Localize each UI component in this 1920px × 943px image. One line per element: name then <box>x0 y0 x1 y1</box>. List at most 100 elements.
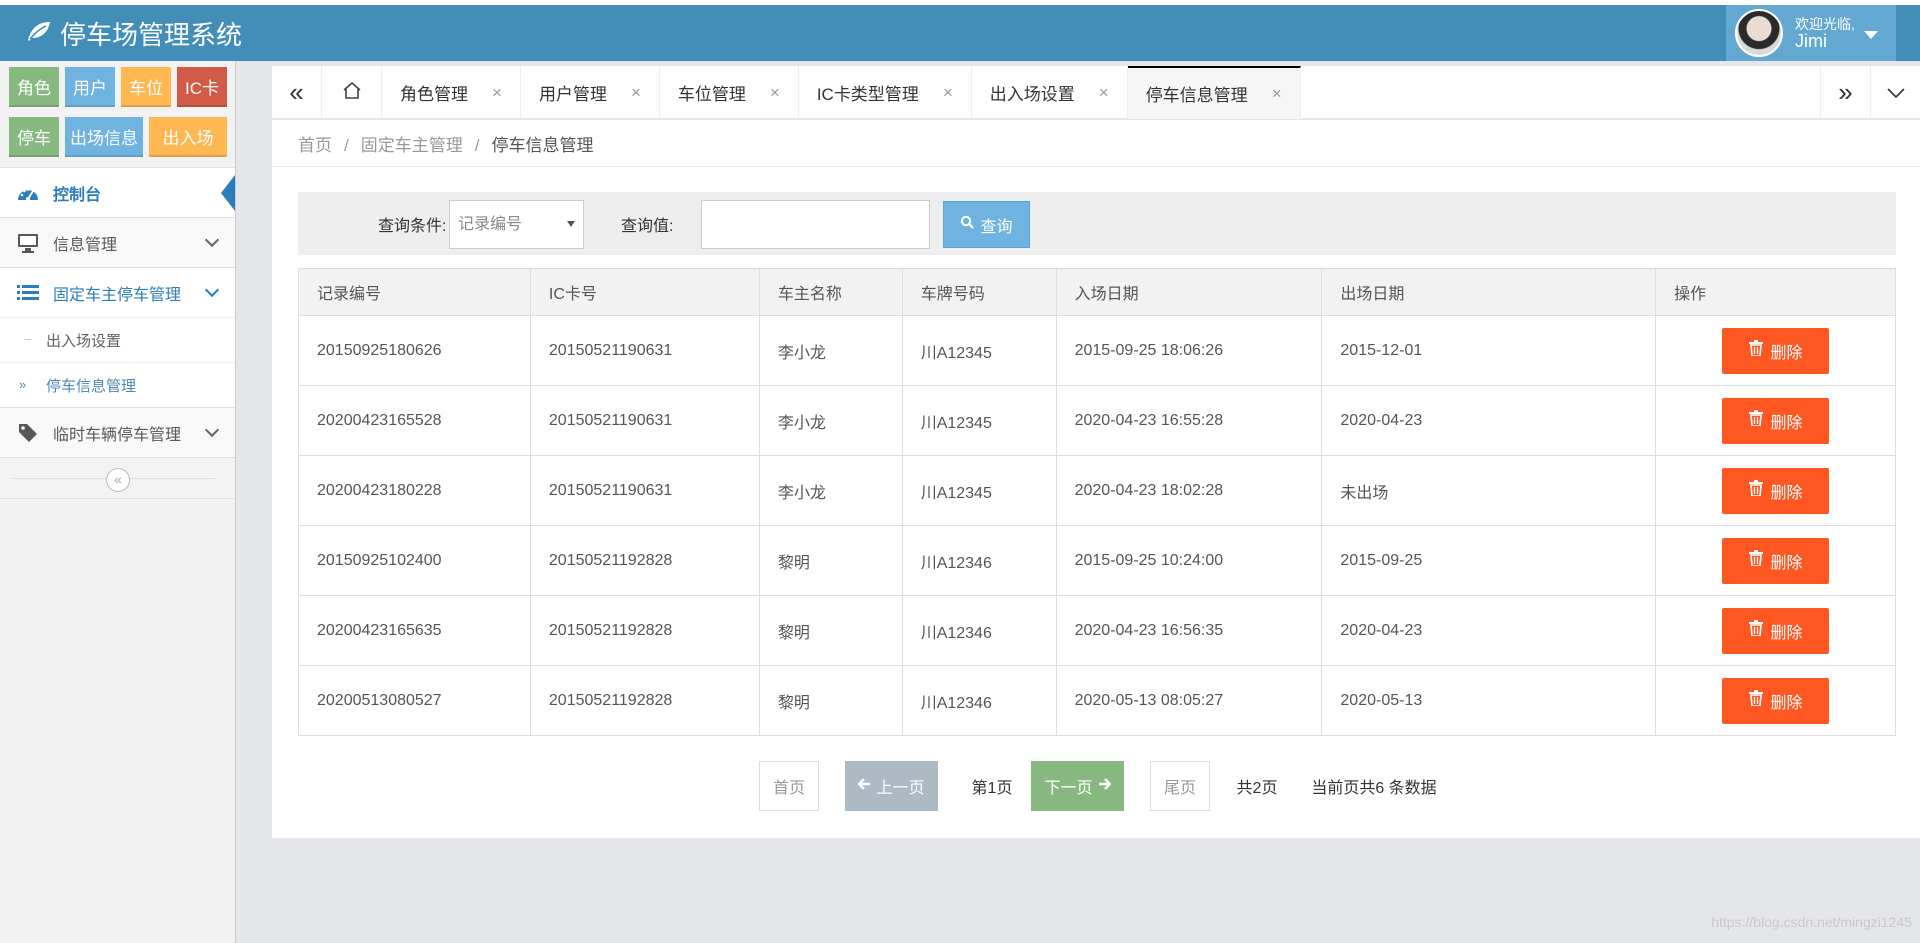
desktop-icon <box>16 233 40 253</box>
tab-label: 用户管理 <box>538 85 607 104</box>
sidebar-label: 控制台 <box>53 186 102 204</box>
close-icon[interactable]: × <box>770 83 780 103</box>
sidebar-label: 临时车辆停车管理 <box>53 426 182 444</box>
tab-item[interactable]: IC卡类型管理 × <box>799 66 972 119</box>
trash-icon <box>1748 620 1763 641</box>
table-cell: 2020-04-23 16:56:35 <box>1055 595 1323 666</box>
delete-button[interactable]: 删除 <box>1722 327 1830 374</box>
main-content: 首页 / 固定车主管理 / 停车信息管理 查询条件: 记录编号 查询值: 查询 记录编号… <box>272 120 1920 838</box>
tab-item[interactable]: 用户管理 × <box>521 66 660 119</box>
table-row: 20150925180626 20150521190631 李小龙 川A12345 20… <box>298 315 1896 386</box>
close-icon[interactable]: × <box>943 83 953 103</box>
tree-dash <box>24 339 31 340</box>
sidebar-item-info[interactable]: 信息管理 <box>0 217 235 267</box>
first-page-button[interactable]: 首页 <box>759 761 819 811</box>
next-page-button[interactable]: 下一页 <box>1031 761 1124 811</box>
column-header: 记录编号 <box>298 268 531 316</box>
avatar <box>1735 9 1783 57</box>
table-cell: 李小龙 <box>758 385 903 456</box>
table-cell: 2020-05-13 08:05:27 <box>1055 665 1323 736</box>
table-cell: 李小龙 <box>758 315 903 386</box>
prev-page-button[interactable]: 上一页 <box>845 761 938 811</box>
shortcut-button[interactable]: IC卡 <box>177 67 227 107</box>
shortcut-button[interactable]: 用户 <box>65 67 115 107</box>
shortcut-button[interactable]: 出入场 <box>149 117 227 157</box>
delete-button[interactable]: 删除 <box>1722 397 1830 444</box>
table-cell: 川A12345 <box>901 385 1057 456</box>
tab-item[interactable]: 角色管理 × <box>382 66 521 119</box>
table-cell: 2015-09-25 10:24:00 <box>1055 525 1323 596</box>
shortcut-button[interactable]: 出场信息 <box>65 117 143 157</box>
table-cell: 黎明 <box>758 595 903 666</box>
tachometer-icon <box>16 184 40 202</box>
close-icon[interactable]: × <box>1272 84 1282 104</box>
top-navbar: 停车场管理系统 欢迎光临, Jimi <box>0 0 1920 61</box>
query-panel: 查询条件: 记录编号 查询值: 查询 <box>298 192 1896 255</box>
table-cell: 2015-12-01 <box>1321 315 1657 386</box>
table-cell: 20150521190631 <box>529 455 760 526</box>
trash-icon <box>1748 550 1763 571</box>
tab-item[interactable]: 车位管理 × <box>660 66 799 119</box>
shortcut-button[interactable]: 停车 <box>9 117 59 157</box>
tabs-scroll-left-icon[interactable]: « <box>272 66 322 119</box>
user-menu[interactable]: 欢迎光临, Jimi <box>1726 5 1896 61</box>
sidebar-subitem-parking-info[interactable]: » 停车信息管理 <box>0 362 235 407</box>
sidebar-item-dashboard[interactable]: 控制台 <box>0 167 235 217</box>
delete-button[interactable]: 删除 <box>1722 607 1830 654</box>
table-cell-actions: 删除 <box>1655 525 1896 596</box>
query-value-input[interactable] <box>701 200 930 249</box>
value-label: 查询值: <box>621 218 674 235</box>
sidebar-item-fixed-parking[interactable]: 固定车主停车管理 <box>0 267 235 317</box>
condition-select[interactable]: 记录编号 <box>449 200 584 249</box>
table-cell-actions: 删除 <box>1655 595 1896 666</box>
shortcut-button[interactable]: 角色 <box>9 67 59 107</box>
table-row: 20200423165635 20150521192828 黎明 川A12346 202… <box>298 595 1896 666</box>
tab-item[interactable]: 出入场设置 × <box>972 66 1128 119</box>
column-header: 出场日期 <box>1321 268 1657 316</box>
column-header: 车牌号码 <box>901 268 1057 316</box>
delete-button[interactable]: 删除 <box>1722 537 1830 584</box>
sidebar-subitem-entry-exit-settings[interactable]: 出入场设置 <box>0 317 235 362</box>
table-cell: 川A12346 <box>901 595 1057 666</box>
close-icon[interactable]: × <box>1099 83 1109 103</box>
table-cell: 20200423165528 <box>298 385 531 456</box>
shortcut-buttons: 角色 用户 车位 IC卡停车 出场信息 出入场 <box>0 61 235 157</box>
breadcrumb-fixed[interactable]: 固定车主管理 <box>361 136 463 155</box>
close-icon[interactable]: × <box>492 83 502 103</box>
delete-button[interactable]: 删除 <box>1722 677 1830 724</box>
arrow-right-icon <box>1098 777 1112 795</box>
close-icon[interactable]: × <box>631 83 641 103</box>
query-button[interactable]: 查询 <box>943 201 1030 248</box>
home-icon <box>342 81 362 104</box>
delete-button[interactable]: 删除 <box>1722 467 1830 514</box>
shortcut-button[interactable]: 车位 <box>121 67 171 107</box>
tab-label: 车位管理 <box>677 85 746 104</box>
table-cell: 2020-04-23 <box>1321 595 1657 666</box>
sidebar-sublabel: 停车信息管理 <box>46 377 137 395</box>
tab-label: 角色管理 <box>400 85 468 104</box>
table-cell: 川A12345 <box>901 315 1057 386</box>
sidebar-collapse-bar: « <box>0 457 235 499</box>
table-cell: 20150521190631 <box>529 385 760 456</box>
table-cell: 20200423165635 <box>298 595 531 666</box>
current-page: 第1页 <box>971 780 1013 797</box>
table-cell: 2020-05-13 <box>1321 665 1657 736</box>
leaf-icon <box>26 18 52 49</box>
last-page-button[interactable]: 尾页 <box>1150 761 1210 811</box>
user-name: Jimi <box>1795 31 1827 51</box>
breadcrumb-home[interactable]: 首页 <box>298 136 332 155</box>
sidebar-item-temp-parking[interactable]: 临时车辆停车管理 <box>0 407 235 457</box>
brand[interactable]: 停车场管理系统 <box>26 15 242 52</box>
tabs-scroll-right-icon[interactable]: » <box>1820 66 1870 119</box>
sidebar: 角色 用户 车位 IC卡停车 出场信息 出入场 控制台 信息管理 固定车主停车管理 出入场… <box>0 61 236 943</box>
select-caret-icon <box>567 221 575 227</box>
table-cell: 2020-04-23 16:55:28 <box>1055 385 1323 456</box>
arrow-left-icon <box>857 777 871 795</box>
tab-item[interactable]: 停车信息管理 × <box>1127 66 1301 119</box>
table-cell: 20150521192828 <box>529 525 760 596</box>
tabs-menu-chevron-down-icon[interactable] <box>1870 66 1920 119</box>
tab-home[interactable] <box>322 66 382 119</box>
column-header: IC卡号 <box>529 268 760 316</box>
double-left-icon[interactable]: « <box>106 468 130 492</box>
table-cell-actions: 删除 <box>1655 455 1896 526</box>
